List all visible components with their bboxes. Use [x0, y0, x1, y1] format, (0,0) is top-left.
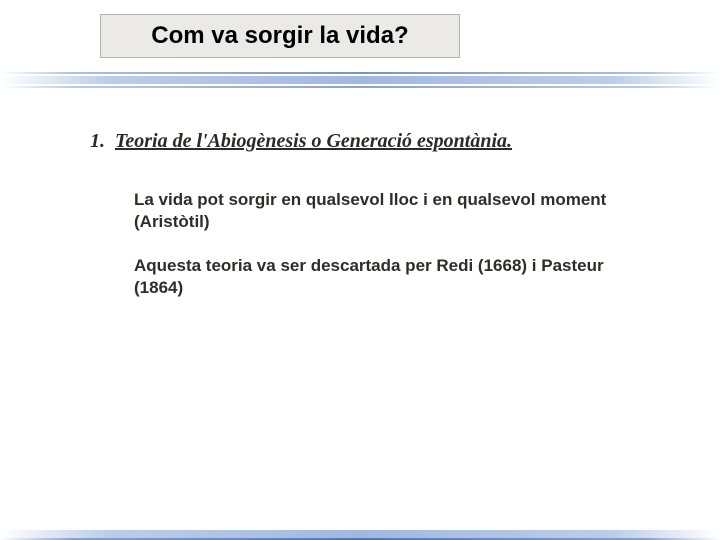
paragraph: Aquesta teoria va ser descartada per Red… [134, 255, 624, 299]
section-heading: Teoria de l'Abiogènesis o Generació espo… [115, 130, 512, 153]
paragraph: La vida pot sorgir en qualsevol lloc i e… [134, 189, 624, 233]
header-divider [0, 72, 720, 92]
slide-title-box: Com va sorgir la vida? [100, 14, 460, 58]
footer-divider [0, 528, 720, 540]
section-heading-row: 1. Teoria de l'Abiogènesis o Generació e… [90, 130, 650, 153]
section-number: 1. [90, 130, 105, 153]
slide-content: 1. Teoria de l'Abiogènesis o Generació e… [90, 130, 650, 321]
slide-title: Com va sorgir la vida? [151, 22, 408, 50]
